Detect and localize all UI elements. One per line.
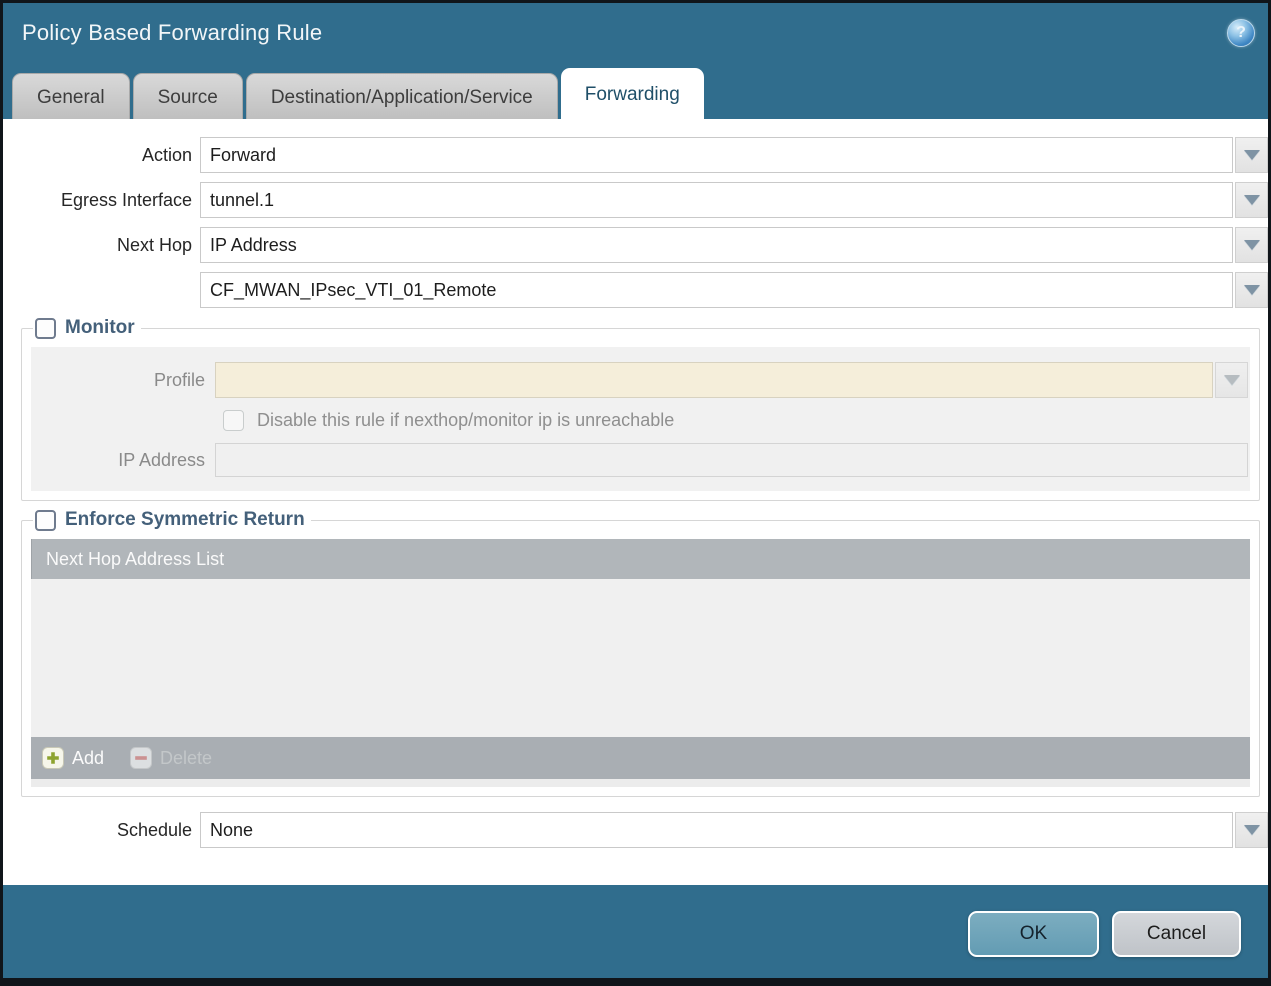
ok-button[interactable]: OK <box>968 911 1099 957</box>
next-hop-address-list-toolbar: Add Delete <box>31 737 1250 779</box>
tab-general[interactable]: General <box>12 73 130 119</box>
profile-label: Profile <box>153 369 205 390</box>
chevron-down-icon <box>1243 240 1260 250</box>
action-label: Action <box>141 144 192 165</box>
enforce-symmetric-return-checkbox[interactable] <box>35 509 56 531</box>
next-hop-dropdown-button[interactable] <box>1235 227 1268 263</box>
monitor-ip-address-field <box>215 443 1248 477</box>
schedule-label: Schedule <box>116 819 192 840</box>
action-row: Action Forward <box>3 137 1268 173</box>
monitor-ip-address-value <box>215 443 1248 477</box>
dialog-window: Policy Based Forwarding Rule ? General S… <box>0 0 1271 986</box>
schedule-value[interactable]: None <box>200 812 1233 848</box>
add-button[interactable]: Add <box>42 747 104 769</box>
action-dropdown-button[interactable] <box>1235 137 1268 173</box>
profile-row: Profile <box>33 362 1248 398</box>
next-hop-value[interactable]: IP Address <box>200 227 1233 263</box>
table-bottom-strip <box>31 779 1250 787</box>
add-button-label: Add <box>72 747 105 768</box>
next-hop-address-select: CF_MWAN_IPsec_VTI_01_Remote <box>200 272 1268 308</box>
enforce-symmetric-return-label: Enforce Symmetric Return <box>65 509 305 530</box>
egress-interface-row: Egress Interface tunnel.1 <box>3 182 1268 218</box>
cancel-button[interactable]: Cancel <box>1112 911 1241 957</box>
delete-minus-icon <box>130 747 153 769</box>
chevron-down-icon <box>1243 195 1260 205</box>
delete-button: Delete <box>130 747 212 769</box>
monitor-group: Monitor Profile Disable this rule if nex… <box>21 317 1260 501</box>
chevron-down-icon <box>1223 375 1240 385</box>
tab-forwarding[interactable]: Forwarding <box>560 68 704 119</box>
next-hop-select: IP Address <box>200 227 1268 263</box>
monitor-panel: Profile Disable this rule if nexthop/mon… <box>31 347 1250 491</box>
egress-interface-dropdown-button[interactable] <box>1235 182 1268 218</box>
tab-bar: General Source Destination/Application/S… <box>3 63 1268 119</box>
monitor-legend: Monitor <box>33 317 141 339</box>
next-hop-row: Next Hop IP Address <box>3 227 1268 263</box>
chevron-down-icon <box>1243 825 1260 835</box>
egress-interface-value[interactable]: tunnel.1 <box>200 182 1233 218</box>
schedule-dropdown-button[interactable] <box>1235 812 1268 848</box>
delete-button-label: Delete <box>160 747 213 768</box>
tab-destination-application-service[interactable]: Destination/Application/Service <box>245 73 558 119</box>
tab-source[interactable]: Source <box>132 73 243 119</box>
disable-rule-checkbox <box>223 410 244 431</box>
next-hop-address-list-header[interactable]: Next Hop Address List <box>31 539 1250 579</box>
add-plus-icon <box>42 747 64 769</box>
next-hop-address-list-table: Next Hop Address List Add Delete <box>31 539 1250 787</box>
profile-dropdown-button <box>1215 362 1248 398</box>
next-hop-address-row: CF_MWAN_IPsec_VTI_01_Remote <box>3 272 1268 308</box>
next-hop-label: Next Hop <box>116 234 192 255</box>
enforce-symmetric-return-group: Enforce Symmetric Return Next Hop Addres… <box>21 509 1260 797</box>
enforce-symmetric-return-legend: Enforce Symmetric Return <box>33 509 311 531</box>
schedule-row: Schedule None <box>3 812 1268 848</box>
chevron-down-icon <box>1243 285 1260 295</box>
profile-select <box>215 362 1248 398</box>
schedule-select: None <box>200 812 1268 848</box>
egress-interface-label: Egress Interface <box>60 189 192 210</box>
monitor-label: Monitor <box>65 317 135 338</box>
forwarding-tab-panel: Action Forward Egress Interface tunnel.1 <box>3 119 1268 885</box>
help-icon[interactable]: ? <box>1227 19 1255 47</box>
next-hop-address-dropdown-button[interactable] <box>1235 272 1268 308</box>
next-hop-address-value[interactable]: CF_MWAN_IPsec_VTI_01_Remote <box>200 272 1233 308</box>
action-value[interactable]: Forward <box>200 137 1233 173</box>
title-bar: Policy Based Forwarding Rule ? <box>3 3 1268 63</box>
dialog-footer: OK Cancel <box>3 885 1268 979</box>
action-select: Forward <box>200 137 1268 173</box>
disable-rule-label: Disable this rule if nexthop/monitor ip … <box>257 410 675 430</box>
disable-rule-row: Disable this rule if nexthop/monitor ip … <box>223 408 1248 433</box>
monitor-checkbox[interactable] <box>35 317 56 339</box>
page-title: Policy Based Forwarding Rule <box>22 20 323 45</box>
monitor-ip-address-row: IP Address <box>33 443 1248 477</box>
policy-based-forwarding-dialog: Policy Based Forwarding Rule ? General S… <box>3 3 1268 978</box>
chevron-down-icon <box>1243 150 1260 160</box>
monitor-ip-address-label: IP Address <box>118 449 205 470</box>
next-hop-address-list-body[interactable] <box>31 579 1250 737</box>
profile-value <box>215 362 1213 398</box>
egress-interface-select: tunnel.1 <box>200 182 1268 218</box>
